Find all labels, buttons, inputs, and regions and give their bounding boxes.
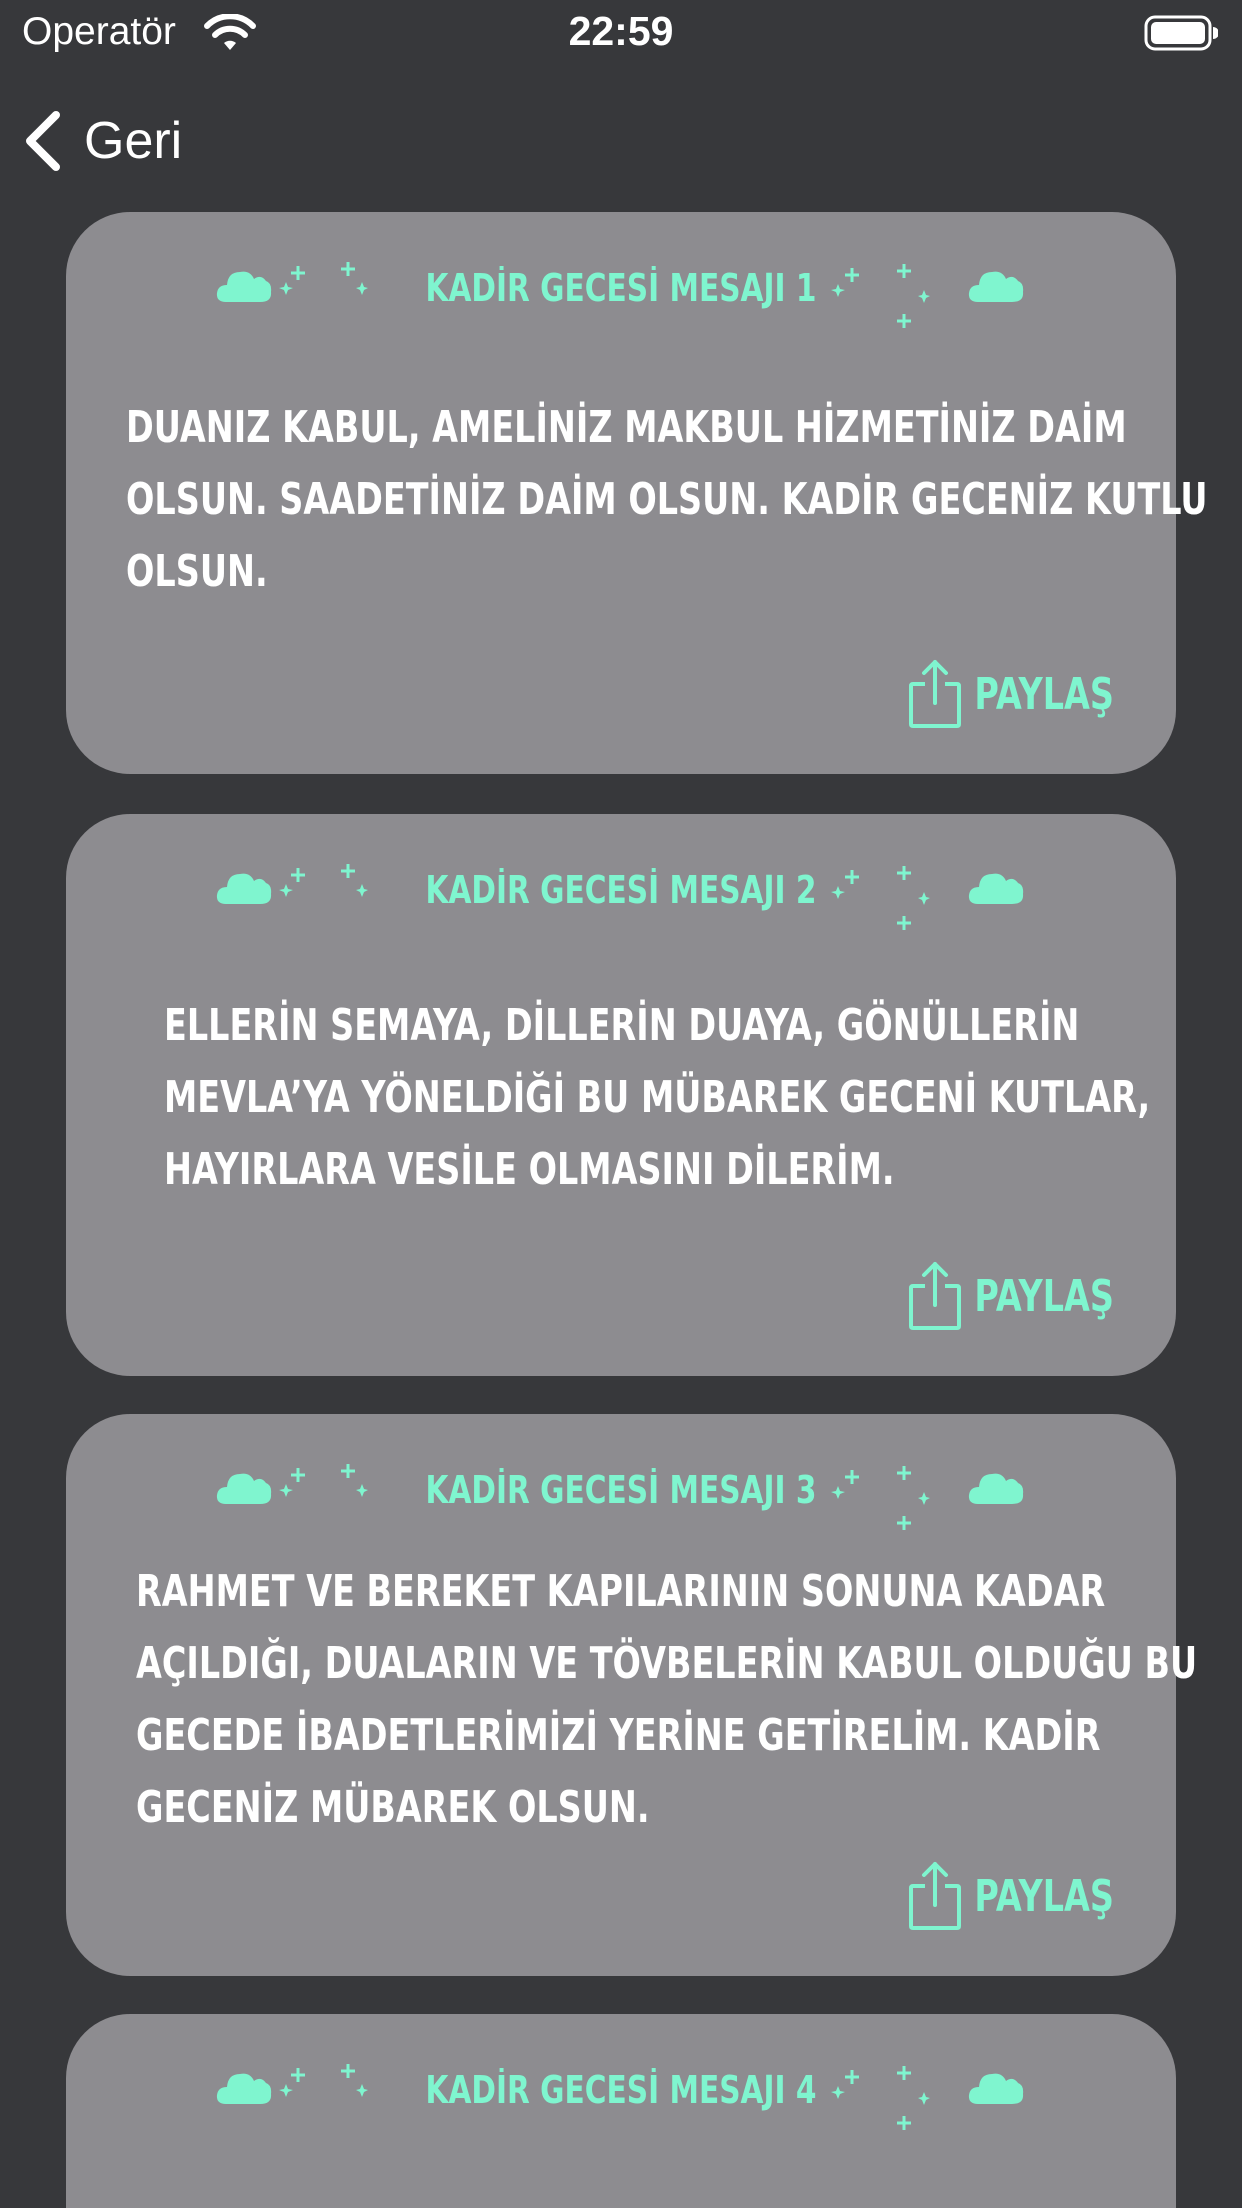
message-line: OLSUN. SAADETİNİZ DAİM OLSUN. KADİR GECE… xyxy=(126,474,1208,525)
card-header: KADİR GECESİ MESAJI 4 xyxy=(66,2054,1176,2134)
message-line: GECEDE İBADETLERİMİZİ YERİNE GETİRELİM. … xyxy=(136,1710,1101,1761)
share-label: PAYLAŞ xyxy=(974,1870,1114,1922)
card-header: KADİR GECESİ MESAJI 1 xyxy=(66,252,1176,332)
message-line: RAHMET VE BEREKET KAPILARININ SONUNA KAD… xyxy=(136,1566,1106,1617)
share-button[interactable]: PAYLAŞ xyxy=(908,654,1114,734)
share-button[interactable]: PAYLAŞ xyxy=(908,1256,1114,1336)
message-line: DUANIZ KABUL, AMELİNİZ MAKBUL HİZMETİNİZ… xyxy=(126,402,1127,453)
message-line: ELLERİN SEMAYA, DİLLERİN DUAYA, GÖNÜLLER… xyxy=(164,1000,1080,1051)
cloud-icon xyxy=(968,2073,1024,2104)
card-message: RAHMET VE BEREKET KAPILARININ SONUNA KAD… xyxy=(136,1556,1198,1844)
moon-stars-icon xyxy=(831,2065,930,2130)
chevron-left-icon xyxy=(26,111,60,171)
card-header: KADİR GECESİ MESAJI 3 xyxy=(66,1454,1176,1534)
share-label: PAYLAŞ xyxy=(974,1270,1114,1322)
message-line: MEVLA’YA YÖNELDİĞİ BU MÜBAREK GECENİ KUT… xyxy=(164,1072,1151,1123)
share-icon xyxy=(909,1262,961,1330)
cloud-icon xyxy=(968,271,1024,302)
message-card: KADİR GECESİ MESAJI 2 ELLERİN SEMAYA, Dİ… xyxy=(66,814,1176,1376)
card-message: ELLERİN SEMAYA, DİLLERİN DUAYA, GÖNÜLLER… xyxy=(164,990,1151,1206)
moon-stars-icon xyxy=(831,1465,930,1530)
cloud-icon xyxy=(968,873,1024,904)
back-label: Geri xyxy=(84,112,183,170)
share-icon xyxy=(909,660,961,728)
message-line: GECENİZ MÜBAREK OLSUN. xyxy=(136,1782,650,1833)
message-card: KADİR GECESİ MESAJI 4 xyxy=(66,2014,1176,2208)
message-line: OLSUN. xyxy=(126,546,268,597)
status-bar: Operatör 22:59 xyxy=(0,0,1242,66)
moon-stars-icon xyxy=(831,263,930,328)
moon-stars-icon xyxy=(831,865,930,930)
cloud-icon xyxy=(968,1473,1024,1504)
share-label: PAYLAŞ xyxy=(974,668,1114,720)
battery-icon xyxy=(1144,15,1218,51)
card-message: DUANIZ KABUL, AMELİNİZ MAKBUL HİZMETİNİZ… xyxy=(126,392,1208,608)
share-icon xyxy=(909,1862,961,1930)
message-line: HAYIRLARA VESİLE OLMASINI DİLERİM. xyxy=(164,1144,895,1195)
message-line: AÇILDIĞI, DUALARIN VE TÖVBELERİN KABUL O… xyxy=(136,1638,1198,1689)
status-time: 22:59 xyxy=(568,8,674,54)
share-button[interactable]: PAYLAŞ xyxy=(908,1856,1114,1936)
message-card: KADİR GECESİ MESAJI 1 DUANIZ KABUL, AMEL… xyxy=(66,212,1208,774)
message-card: KADİR GECESİ MESAJI 3 RAHMET VE BEREKET … xyxy=(66,1414,1198,1976)
back-button[interactable]: Geri xyxy=(22,104,182,178)
card-header: KADİR GECESİ MESAJI 2 xyxy=(66,854,1176,934)
